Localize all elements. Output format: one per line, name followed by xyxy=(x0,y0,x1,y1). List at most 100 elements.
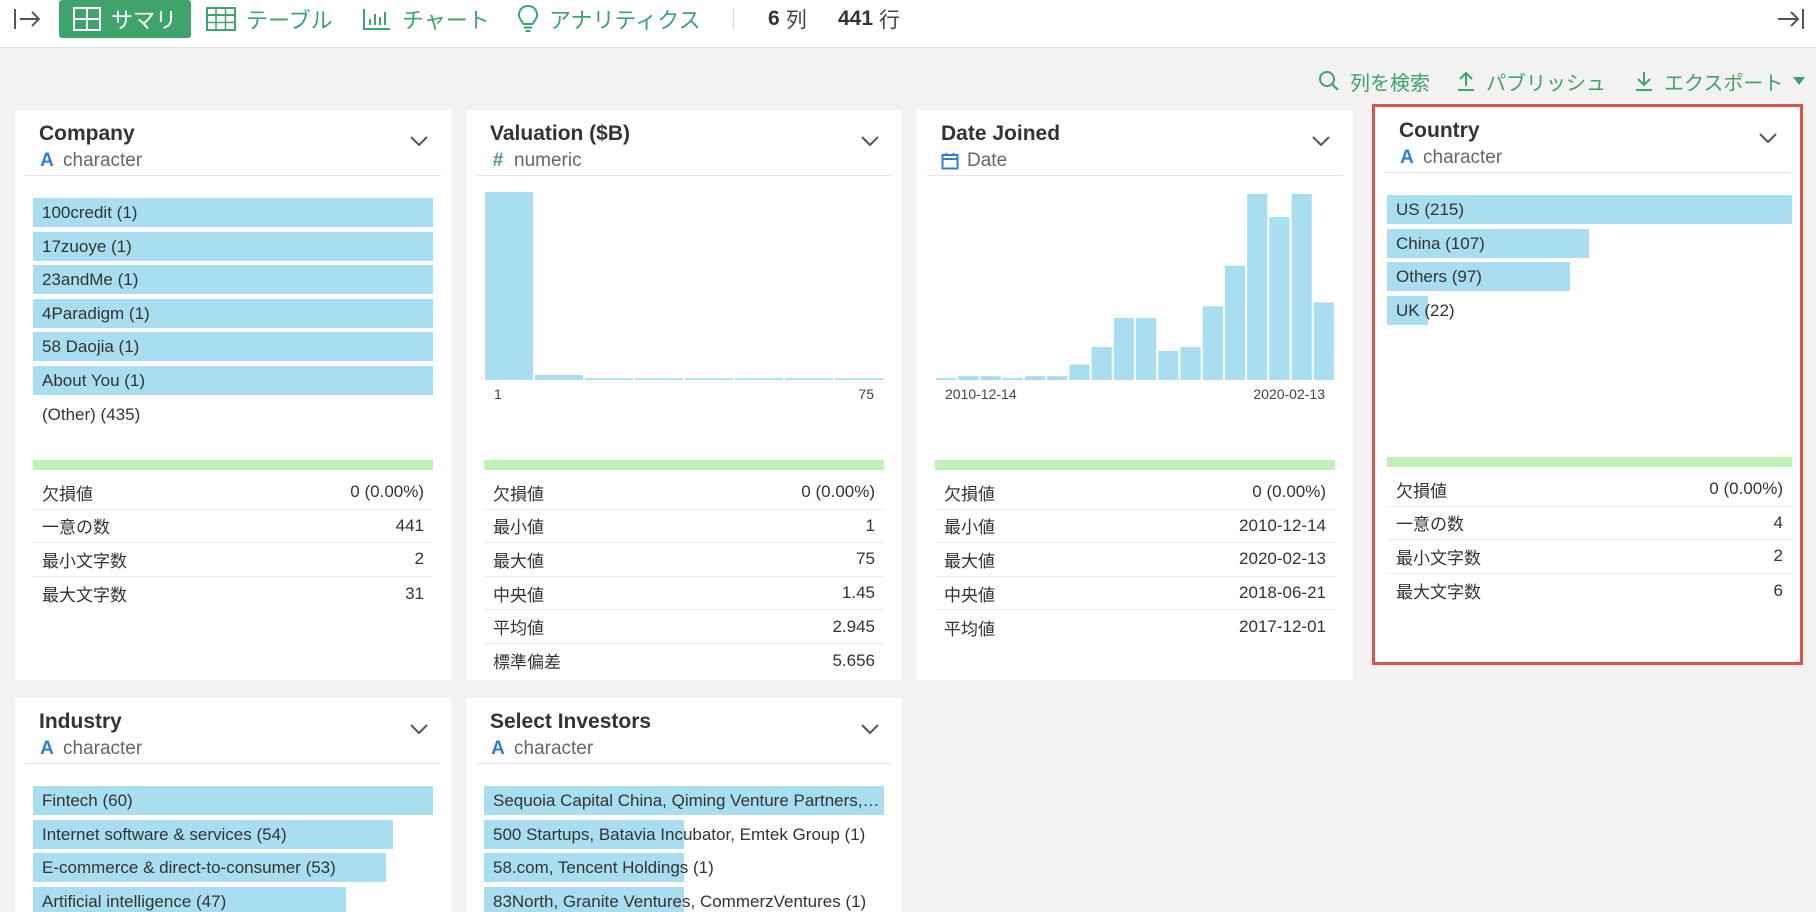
tab-table-label: テーブル xyxy=(246,8,333,33)
column-type-label: character xyxy=(1423,147,1503,168)
category-bar[interactable]: 17zuoye (1) xyxy=(33,231,433,261)
histogram-bar[interactable] xyxy=(1202,306,1223,380)
stat-label: 中央値 xyxy=(944,585,995,605)
category-bar[interactable]: 58 Daojia (1) xyxy=(33,332,433,362)
bar-label: 83North, Granite Ventures, CommerzVentur… xyxy=(493,891,867,911)
tab-table[interactable]: テーブル xyxy=(192,0,347,38)
export-label: エクスポート xyxy=(1664,72,1784,95)
histogram-bar[interactable] xyxy=(485,192,533,380)
category-bar[interactable]: 4Paradigm (1) xyxy=(33,298,433,328)
histogram-bar[interactable] xyxy=(735,378,783,380)
stat-value: 6 xyxy=(1773,580,1783,600)
numeric-type-icon: # xyxy=(492,150,504,171)
stat-label: 最小文字数 xyxy=(42,551,127,571)
category-bar[interactable]: 83North, Granite Ventures, CommerzVentur… xyxy=(484,886,884,912)
category-bar[interactable]: Others (97) xyxy=(1387,262,1792,292)
column-card-date-joined: Date Joined Date 2010-12-14 2020-02-13 欠… xyxy=(917,110,1353,680)
stat-label: 一意の数 xyxy=(42,518,110,538)
collapse-right-icon[interactable] xyxy=(1776,6,1806,32)
histogram-bar[interactable] xyxy=(635,378,683,380)
bar-label: E-commerce & direct-to-consumer (53) xyxy=(42,858,336,878)
histogram-bar[interactable] xyxy=(585,378,633,380)
chevron-down-icon[interactable] xyxy=(1758,131,1778,145)
histogram-bar[interactable] xyxy=(1180,347,1201,380)
histogram-bar[interactable] xyxy=(1024,376,1046,380)
column-type: A character xyxy=(39,150,142,172)
category-bar[interactable]: China (107) xyxy=(1387,228,1792,258)
category-bar[interactable]: Sequoia Capital China, Qiming Venture Pa… xyxy=(484,786,884,815)
tab-chart[interactable]: チャート xyxy=(348,0,504,38)
collapse-left-icon[interactable] xyxy=(12,6,42,32)
histogram-bar[interactable] xyxy=(1047,376,1068,380)
stat-label: 中央値 xyxy=(493,585,544,605)
stat-value: 2018-06-21 xyxy=(1239,583,1326,603)
category-bar[interactable]: 58.com, Tencent Holdings (1) xyxy=(484,853,884,883)
publish-button[interactable]: パブリッシュ xyxy=(1456,66,1606,96)
search-columns-button[interactable]: 列を検索 xyxy=(1318,66,1430,96)
column-type-label: character xyxy=(63,738,143,759)
histogram-bar[interactable] xyxy=(785,378,833,380)
stat-row: 最大文字数 6 xyxy=(1387,574,1792,608)
histogram-bar[interactable] xyxy=(1069,364,1090,380)
column-type-label: numeric xyxy=(514,150,582,171)
histogram-bar[interactable] xyxy=(1269,217,1290,380)
chevron-down-icon[interactable] xyxy=(409,722,429,736)
stat-value: 0 (0.00%) xyxy=(350,482,424,502)
histogram-bar[interactable] xyxy=(1113,317,1134,380)
column-card-valuation: Valuation ($B) # numeric 1 75 欠損値 0 (0.00… xyxy=(466,110,902,680)
histogram-bar[interactable] xyxy=(1247,193,1268,380)
histogram-bar[interactable] xyxy=(958,376,979,380)
category-bar[interactable]: (Other) (435) xyxy=(33,400,433,429)
search-icon xyxy=(1319,71,1339,91)
histogram-bar[interactable] xyxy=(1313,302,1334,380)
category-bar[interactable]: 100credit (1) xyxy=(33,198,433,227)
export-button[interactable]: エクスポート xyxy=(1634,66,1806,96)
histogram-bar[interactable] xyxy=(1158,350,1179,380)
histogram-bar[interactable] xyxy=(1002,378,1023,380)
histogram-bar[interactable] xyxy=(1136,317,1157,380)
histogram-bar[interactable] xyxy=(1091,347,1112,380)
category-bar[interactable]: Internet software & services (54) xyxy=(33,819,433,849)
histogram-bar[interactable] xyxy=(1291,193,1312,380)
upload-icon xyxy=(1458,71,1474,91)
chevron-down-icon[interactable] xyxy=(860,722,880,736)
valid-values-strip xyxy=(33,460,433,470)
tab-summary[interactable]: サマリ xyxy=(59,0,192,38)
bar-label: 58.com, Tencent Holdings (1) xyxy=(493,858,714,878)
stat-value: 75 xyxy=(856,549,875,569)
category-bar[interactable]: E-commerce & direct-to-consumer (53) xyxy=(33,853,433,883)
column-name: Valuation ($B) xyxy=(490,122,631,145)
category-bar[interactable]: UK (22) xyxy=(1387,295,1792,325)
bar-label: 4Paradigm (1) xyxy=(42,303,150,323)
category-bar[interactable]: 500 Startups, Batavia Incubator, Emtek G… xyxy=(484,819,884,849)
category-bar[interactable]: Artificial intelligence (47) xyxy=(33,886,433,912)
chevron-down-icon[interactable] xyxy=(409,134,429,148)
stat-value: 0 (0.00%) xyxy=(1252,482,1326,502)
column-card-select-investors: Select Investors A character Sequoia Cap… xyxy=(466,698,902,912)
histogram-bar[interactable] xyxy=(980,376,1001,380)
category-bar[interactable]: Fintech (60) xyxy=(33,786,433,815)
character-type-icon: A xyxy=(1400,147,1414,168)
stat-label: 一意の数 xyxy=(1396,515,1464,535)
tab-chart-label: チャート xyxy=(402,8,490,33)
card-header: Valuation ($B) # numeric xyxy=(476,110,892,176)
stat-label: 欠損値 xyxy=(42,484,93,504)
category-bar[interactable]: US (215) xyxy=(1387,195,1792,224)
stat-row: 欠損値 0 (0.00%) xyxy=(1387,473,1792,507)
histogram-bar[interactable] xyxy=(1224,265,1246,380)
chevron-down-icon[interactable] xyxy=(1311,134,1331,148)
histogram-bar[interactable] xyxy=(936,378,957,380)
chevron-down-icon[interactable] xyxy=(860,134,880,148)
stat-row: 中央値 1.45 xyxy=(484,577,884,611)
column-name: Country xyxy=(1399,119,1480,142)
stat-label: 最大値 xyxy=(493,551,544,571)
category-bar[interactable]: 23andMe (1) xyxy=(33,265,433,295)
column-count-value: 6 xyxy=(768,7,780,30)
category-bar[interactable]: About You (1) xyxy=(33,365,433,395)
stats-table: 欠損値 0 (0.00%) 一意の数 4 最小文字数 2 最大文字数 6 xyxy=(1387,473,1792,607)
histogram-bar[interactable] xyxy=(685,378,733,380)
tab-analytics[interactable]: アナリティクス xyxy=(503,0,715,38)
grid-icon xyxy=(73,7,101,31)
histogram-bar[interactable] xyxy=(535,374,583,380)
histogram-bar[interactable] xyxy=(835,378,883,380)
